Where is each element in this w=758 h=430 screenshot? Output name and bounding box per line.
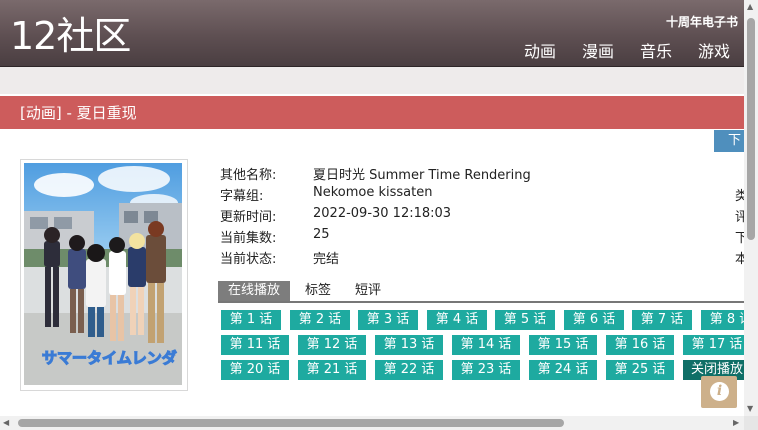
info-value: 完结 — [313, 252, 340, 267]
episode-button[interactable]: 第 2 话 — [290, 310, 350, 330]
episode-button[interactable]: 第 5 话 — [495, 310, 555, 330]
episode-button[interactable]: 第 1 话 — [221, 310, 281, 330]
episode-button[interactable]: 第 12 话 — [298, 335, 366, 355]
episode-button[interactable]: 第 4 话 — [427, 310, 487, 330]
tab-online-play[interactable]: 在线播放 — [218, 281, 291, 301]
episode-button[interactable]: 第 20 话 — [221, 360, 289, 380]
anniversary-ebook-link[interactable]: 十周年电子书 — [666, 13, 738, 30]
scrollbar-corner — [744, 416, 758, 430]
info-button[interactable]: i — [701, 376, 737, 408]
main-nav: 动画 漫画 音乐 游戏 — [498, 38, 730, 62]
info-side-label: 本 — [735, 252, 744, 267]
page-title: [动画] - 夏日重现 — [0, 96, 744, 129]
episode-button[interactable]: 第 8 话 — [701, 310, 744, 330]
content-tabs: 在线播放 标签 短评 — [218, 281, 744, 303]
episode-button[interactable]: 第 6 话 — [564, 310, 624, 330]
horizontal-scroll-thumb[interactable] — [18, 419, 564, 427]
info-label: 更新时间: — [220, 210, 277, 225]
episode-button[interactable]: 第 22 话 — [375, 360, 443, 380]
info-side-label: 下 — [735, 231, 744, 246]
episode-button[interactable]: 第 13 话 — [375, 335, 443, 355]
info-label: 其他名称: — [220, 168, 277, 183]
download-button[interactable]: 下 — [714, 130, 744, 152]
episode-button[interactable]: 第 25 话 — [606, 360, 674, 380]
header-divider-band — [0, 67, 744, 94]
info-icon: i — [710, 382, 729, 401]
episode-button[interactable]: 第 16 话 — [606, 335, 674, 355]
episode-button[interactable]: 第 24 话 — [529, 360, 597, 380]
episode-button[interactable]: 第 21 话 — [298, 360, 366, 380]
anime-poster-image: サマータイムレンダ — [24, 163, 182, 385]
nav-games[interactable]: 游戏 — [698, 38, 730, 62]
info-side-label: 评 — [735, 210, 744, 225]
poster-title-logo: サマータイムレンダ — [42, 349, 177, 367]
info-label: 当前状态: — [220, 252, 277, 267]
scroll-left-icon[interactable]: ◀ — [3, 418, 9, 427]
horizontal-scrollbar[interactable]: ◀ ▶ — [0, 416, 744, 430]
episode-button[interactable]: 第 23 话 — [452, 360, 520, 380]
episode-button[interactable]: 第 17 话 — [683, 335, 744, 355]
tab-tags[interactable]: 标签 — [305, 281, 331, 301]
info-label: 当前集数: — [220, 231, 277, 246]
vertical-scrollbar[interactable]: ▲ ▼ — [744, 0, 758, 416]
site-header: 12社区 十周年电子书 动画 漫画 音乐 游戏 — [0, 0, 744, 67]
episode-button[interactable]: 第 15 话 — [529, 335, 597, 355]
info-side-label: 类 — [735, 189, 744, 204]
episode-button[interactable]: 第 11 话 — [221, 335, 289, 355]
episode-button[interactable]: 第 7 话 — [632, 310, 692, 330]
info-value: Nekomoe kissaten — [313, 185, 433, 200]
info-value: 2022-09-30 12:18:03 — [313, 206, 452, 221]
info-value: 夏日时光 Summer Time Rendering — [313, 168, 531, 183]
scroll-up-icon[interactable]: ▲ — [747, 2, 753, 11]
episode-button[interactable]: 第 3 话 — [358, 310, 418, 330]
nav-anime[interactable]: 动画 — [524, 38, 556, 62]
scroll-right-icon[interactable]: ▶ — [733, 418, 739, 427]
scroll-down-icon[interactable]: ▼ — [747, 404, 753, 413]
page-viewport: 12社区 十周年电子书 动画 漫画 音乐 游戏 [动画] - 夏日重现 下 サマ… — [0, 0, 744, 416]
poster-frame: サマータイムレンダ — [20, 159, 188, 391]
vertical-scroll-thumb[interactable] — [747, 18, 755, 240]
tab-short-reviews[interactable]: 短评 — [355, 281, 381, 301]
site-logo[interactable]: 12社区 — [10, 14, 131, 58]
nav-manga[interactable]: 漫画 — [582, 38, 614, 62]
episode-button[interactable]: 第 14 话 — [452, 335, 520, 355]
nav-music[interactable]: 音乐 — [640, 38, 672, 62]
info-label: 字幕组: — [220, 189, 264, 204]
info-value: 25 — [313, 227, 330, 242]
